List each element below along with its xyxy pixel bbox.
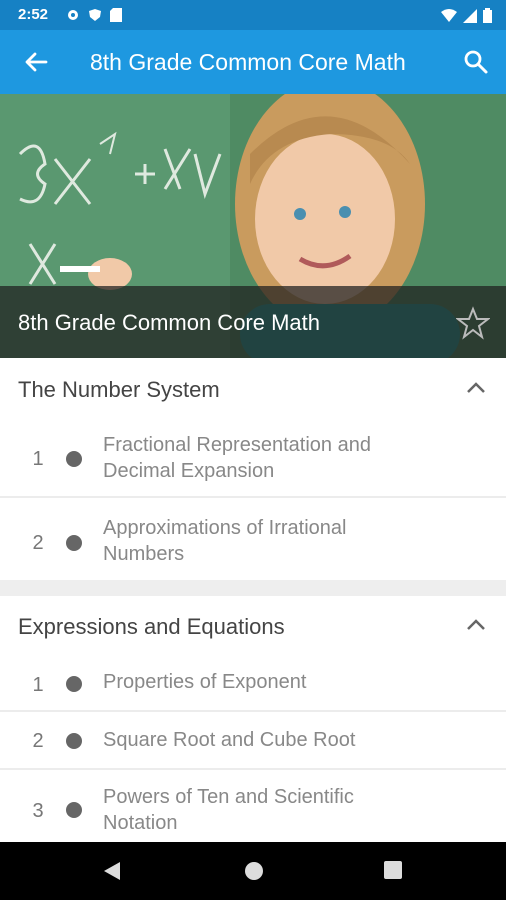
chevron-up-icon[interactable] bbox=[466, 617, 486, 631]
list-item[interactable]: 3 Powers of Ten and Scientific Notation bbox=[0, 770, 506, 842]
nav-back-icon[interactable] bbox=[102, 860, 122, 882]
timeline-dot bbox=[66, 676, 82, 692]
item-number: 3 bbox=[32, 800, 44, 822]
status-bar: 2:52 bbox=[0, 0, 506, 30]
item-label: Approximations of Irrational Numbers bbox=[103, 515, 473, 567]
item-label: Powers of Ten and Scientific Notation bbox=[103, 784, 473, 836]
app-bar-title: 8th Grade Common Core Math bbox=[90, 49, 406, 75]
list-item[interactable]: 1 Fractional Representation and Decimal … bbox=[0, 416, 506, 496]
item-label-line2: Numbers bbox=[103, 543, 185, 565]
chevron-up-icon[interactable] bbox=[466, 380, 486, 394]
nav-recents-icon[interactable] bbox=[383, 860, 403, 880]
item-label-line1: Square Root and Cube Root bbox=[103, 729, 356, 751]
status-right-icons bbox=[441, 8, 492, 23]
list-item[interactable]: 2 Approximations of Irrational Numbers bbox=[0, 498, 506, 580]
hero-image: 8th Grade Common Core Math bbox=[0, 94, 506, 358]
item-label-line1: Fractional Representation and bbox=[103, 434, 371, 456]
item-label: Properties of Exponent bbox=[103, 669, 473, 695]
list-item[interactable]: 2 Square Root and Cube Root bbox=[0, 712, 506, 768]
list-item[interactable]: 1 Properties of Exponent bbox=[0, 654, 506, 710]
nav-home-icon[interactable] bbox=[243, 860, 265, 882]
item-number: 2 bbox=[32, 532, 44, 554]
status-time: 2:52 bbox=[18, 6, 49, 23]
item-label: Square Root and Cube Root bbox=[103, 727, 473, 753]
search-icon[interactable] bbox=[462, 48, 490, 76]
timeline-dot bbox=[66, 535, 82, 551]
section-gap bbox=[0, 580, 506, 596]
section-title: Expressions and Equations bbox=[18, 614, 285, 639]
status-left-icons bbox=[66, 8, 122, 22]
item-number: 1 bbox=[32, 448, 44, 470]
timeline-dot bbox=[66, 451, 82, 467]
item-label-line1: Powers of Ten and Scientific bbox=[103, 786, 354, 808]
shield-icon bbox=[89, 9, 101, 21]
signal-icon bbox=[463, 8, 477, 23]
item-label-line1: Approximations of Irrational bbox=[103, 517, 347, 539]
item-label-line1: Properties of Exponent bbox=[103, 671, 307, 693]
timeline-dot bbox=[66, 733, 82, 749]
timeline-dot bbox=[66, 802, 82, 818]
item-label: Fractional Representation and Decimal Ex… bbox=[103, 432, 473, 484]
battery-icon bbox=[483, 8, 492, 23]
item-label-line2: Decimal Expansion bbox=[103, 460, 275, 482]
item-number: 1 bbox=[32, 674, 44, 696]
back-arrow-icon[interactable] bbox=[22, 48, 50, 76]
sd-card-icon bbox=[110, 8, 122, 22]
section-title: The Number System bbox=[18, 377, 220, 402]
app-bar: 8th Grade Common Core Math bbox=[0, 30, 506, 94]
hero-caption: 8th Grade Common Core Math bbox=[18, 310, 321, 335]
item-label-line2: Notation bbox=[103, 812, 178, 834]
star-icon[interactable] bbox=[456, 306, 490, 340]
hero-caption-bar: 8th Grade Common Core Math bbox=[0, 286, 506, 358]
system-nav-bar bbox=[0, 842, 506, 900]
wifi-icon bbox=[441, 8, 457, 22]
settings-icon bbox=[68, 10, 78, 20]
item-number: 2 bbox=[32, 730, 44, 752]
